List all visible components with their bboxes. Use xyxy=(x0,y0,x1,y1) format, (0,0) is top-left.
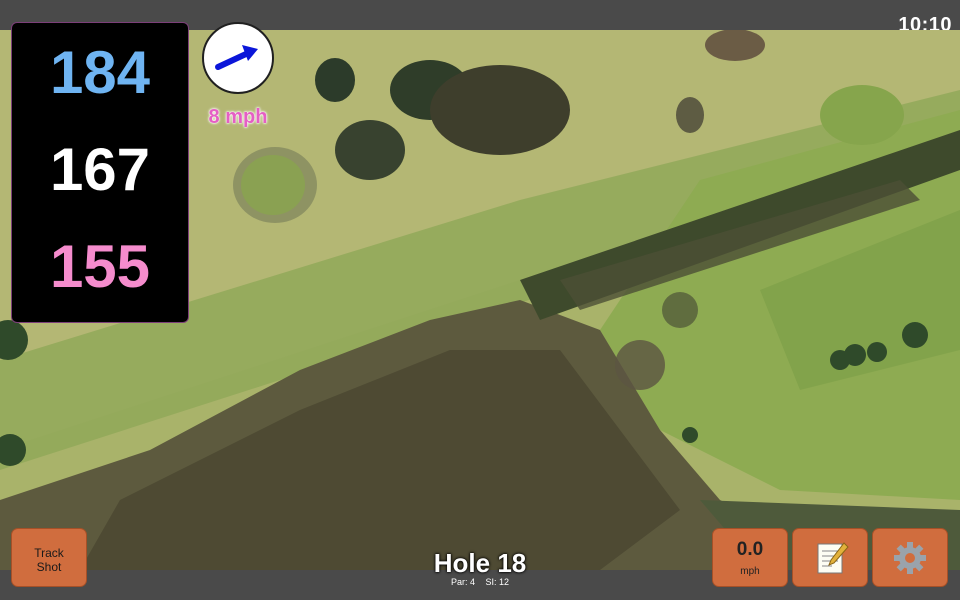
hole-meta: Par: 4 SI: 12 xyxy=(380,577,580,587)
hole-stroke-index: SI: 12 xyxy=(485,577,510,587)
distance-panel: 184 167 155 xyxy=(11,22,189,323)
track-shot-label-line2: Shot xyxy=(36,560,62,574)
scorecard-note-icon xyxy=(817,542,849,574)
track-shot-button[interactable]: Track Shot xyxy=(11,528,87,587)
front-distance: 155 xyxy=(49,233,151,300)
hole-par: Par: 4 xyxy=(450,577,475,587)
gear-icon xyxy=(894,542,926,574)
track-shot-label-line1: Track xyxy=(34,546,64,560)
wind-speed: 8 mph xyxy=(208,106,268,128)
speed-button[interactable]: 0.0 mph xyxy=(712,528,788,587)
speed-unit: mph xyxy=(740,566,760,577)
speed-value: 0.0 xyxy=(736,539,764,560)
hole-title: Hole 18 xyxy=(433,548,527,578)
wind-direction-arrow-icon xyxy=(215,45,258,70)
middle-distance: 167 xyxy=(49,136,151,203)
settings-button[interactable] xyxy=(872,528,948,587)
notes-button[interactable] xyxy=(792,528,868,587)
wind-indicator xyxy=(202,22,274,94)
back-distance: 184 xyxy=(49,39,151,106)
